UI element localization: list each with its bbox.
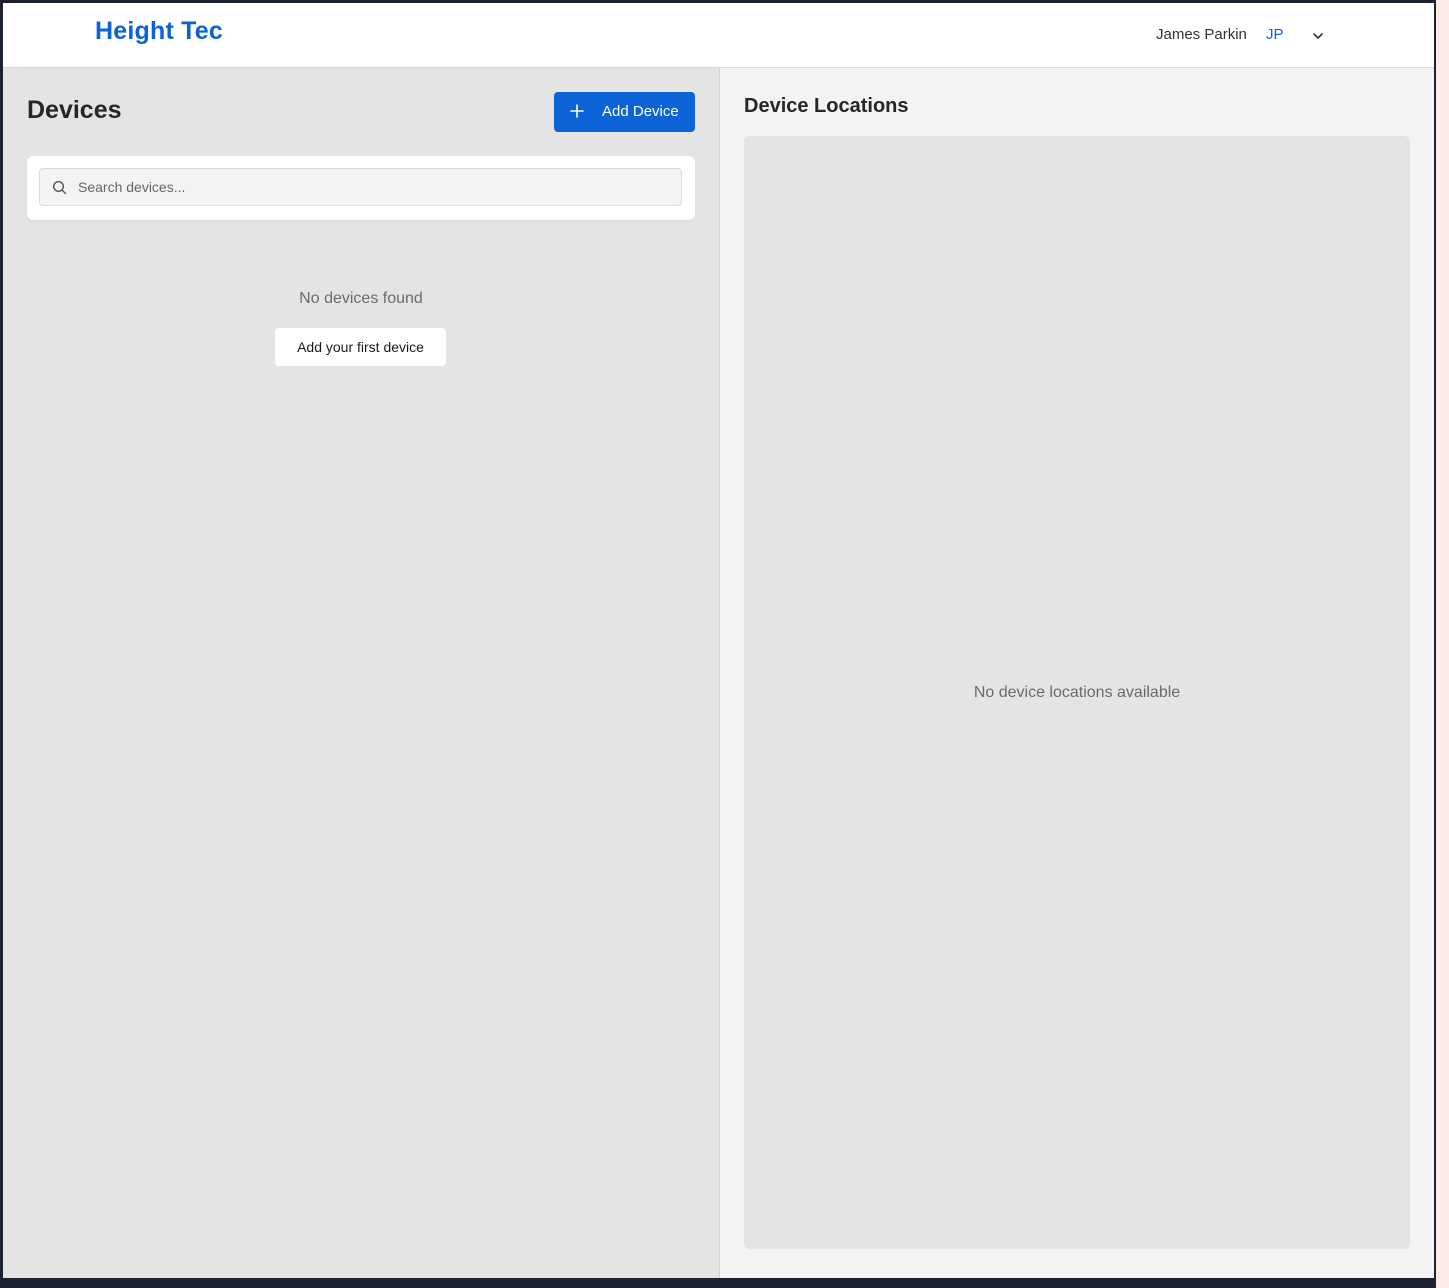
user-menu-button[interactable] [1309, 27, 1327, 45]
window-border [1434, 0, 1436, 1288]
search-input[interactable] [78, 169, 673, 205]
locations-panel: Device Locations No device locations ava… [720, 68, 1434, 1278]
user-name[interactable]: James Parkin [1156, 26, 1247, 43]
window-edge [1434, 0, 1449, 1288]
search-box[interactable] [39, 168, 682, 206]
top-header: Height Tec James Parkin JP [3, 3, 1434, 68]
app-window: Height Tec James Parkin JP Devices Add D… [3, 3, 1434, 1278]
devices-panel: Devices Add Device No devices found Add … [3, 68, 720, 1278]
chevron-down-icon [1313, 33, 1323, 39]
search-icon [52, 180, 67, 195]
add-first-device-button[interactable]: Add your first device [275, 328, 446, 366]
empty-devices-message: No devices found [299, 290, 423, 307]
locations-title: Device Locations [744, 95, 909, 117]
add-device-label: Add Device [602, 103, 679, 120]
empty-locations-message: No device locations available [973, 684, 1181, 701]
page-title: Devices [27, 96, 122, 124]
add-device-button[interactable]: Add Device [554, 92, 695, 132]
map-area[interactable]: No device locations available [744, 136, 1410, 1249]
brand-logo[interactable]: Height Tec [95, 17, 223, 46]
plus-icon [570, 104, 584, 118]
search-card [27, 156, 695, 220]
avatar[interactable]: JP [1266, 26, 1284, 43]
